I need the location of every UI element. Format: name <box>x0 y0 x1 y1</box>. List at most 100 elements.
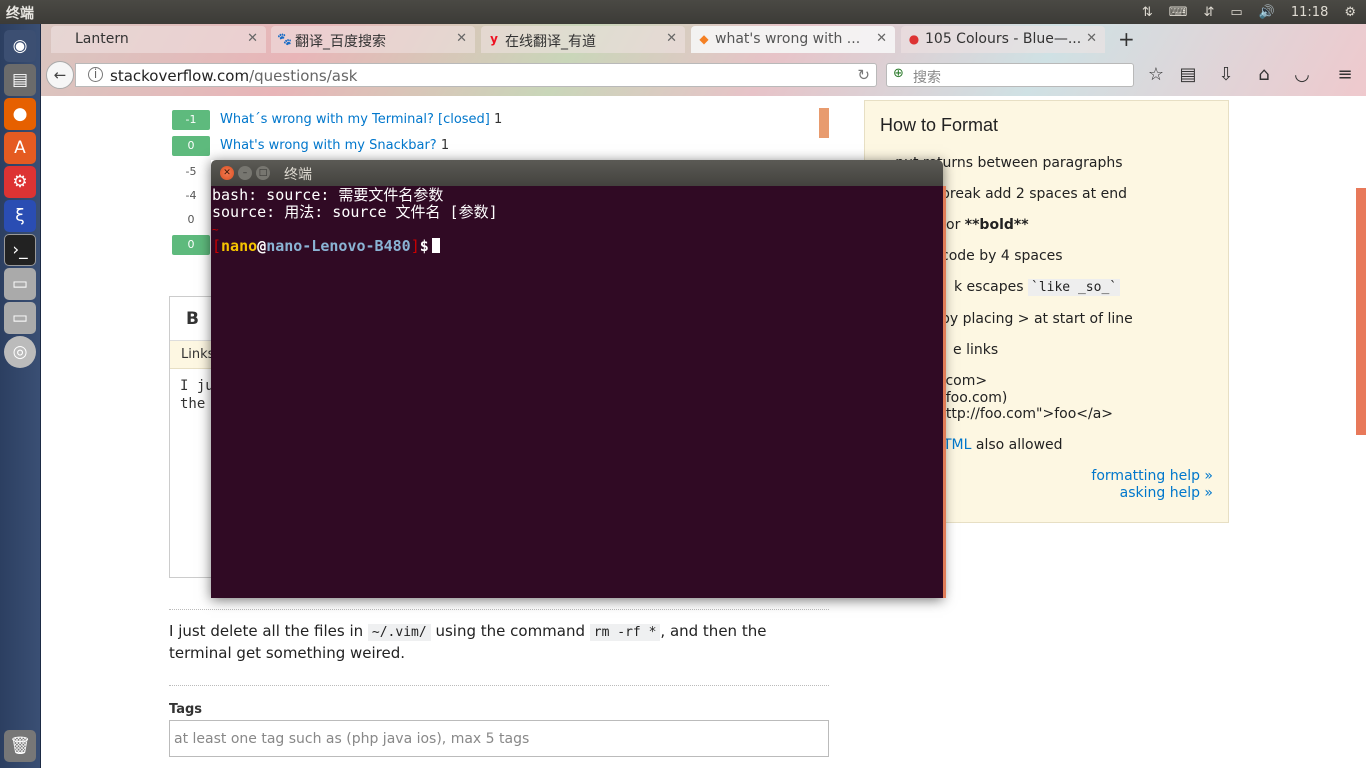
tab-label: Lantern <box>75 31 129 47</box>
close-tab-icon[interactable]: ✕ <box>247 31 258 46</box>
format-tip: break add 2 spaces at end <box>941 186 1127 202</box>
close-window-icon[interactable]: ✕ <box>220 166 234 180</box>
reload-icon[interactable]: ↻ <box>857 66 870 84</box>
similar-list-scrollbar[interactable] <box>819 108 829 138</box>
vote-count: 0 <box>172 136 210 156</box>
tab-label: 翻译_百度搜索 <box>295 34 386 50</box>
downloads-icon[interactable]: ⇩ <box>1215 64 1237 85</box>
transfer-icon[interactable]: ⇵ <box>1203 5 1214 20</box>
vote-count: 0 <box>187 213 195 226</box>
close-tab-icon[interactable]: ✕ <box>456 31 467 46</box>
pocket-icon[interactable]: ◡ <box>1291 64 1313 85</box>
url-host: stackoverflow.com <box>110 67 250 85</box>
reading-list-icon[interactable]: ▤ <box>1177 64 1199 85</box>
bookmark-star-icon[interactable]: ☆ <box>1145 64 1167 85</box>
dash-home-icon[interactable]: ◉ <box>4 30 36 62</box>
divider <box>169 609 829 610</box>
search-engine-icon[interactable]: ⊕ <box>893 66 904 81</box>
baidu-icon: 🐾 <box>277 32 292 46</box>
similar-question-link[interactable]: What's wrong with my Snackbar? 1 <box>220 138 449 153</box>
vote-count: -4 <box>185 189 197 202</box>
terminal-title: 终端 <box>284 167 312 183</box>
bold-button[interactable]: B <box>186 309 199 329</box>
format-tip: TML also allowed <box>943 437 1063 453</box>
back-button[interactable]: ← <box>46 61 74 89</box>
network-indicator-icon[interactable]: ⇅ <box>1142 5 1153 20</box>
terminal-line: source: 用法: source 文件名 [参数] <box>212 203 498 221</box>
terminal-cursor <box>431 238 440 253</box>
format-tip: .com> <box>941 373 988 389</box>
tags-label: Tags <box>169 702 203 717</box>
terminal-line: bash: source: 需要文件名参数 <box>212 186 444 204</box>
how-to-format-title: How to Format <box>880 115 999 135</box>
top-panel: 终端 ⇅ ⌨ ⇵ ▭ 🔊 11:18 ⚙ <box>0 0 1366 24</box>
firefox-icon[interactable]: ● <box>4 98 36 130</box>
terminal-output[interactable]: bash: source: 需要文件名参数 source: 用法: source… <box>211 186 943 598</box>
url-path: /questions/ask <box>249 67 358 85</box>
post-preview: I just delete all the files in ~/.vim/ u… <box>169 622 767 662</box>
tab-lantern[interactable]: Lantern ✕ <box>51 26 266 53</box>
format-tip: or **bold** <box>946 217 1029 233</box>
keyboard-icon[interactable]: ⌨ <box>1169 5 1188 20</box>
browser-chrome: Lantern ✕ 🐾 翻译_百度搜索 ✕ y 在线翻译_有道 ✕ ◆ what… <box>41 24 1366 96</box>
tab-label: 在线翻译_有道 <box>505 34 596 50</box>
tab-label: 105 Colours - Blue—... <box>925 31 1082 47</box>
system-settings-icon[interactable]: ⚙ <box>4 166 36 198</box>
asking-help-link[interactable]: asking help » <box>1120 485 1213 501</box>
format-tip: /foo.com) <box>941 390 1008 406</box>
tab-stackoverflow[interactable]: ◆ what's wrong with ... ✕ <box>691 26 895 53</box>
maximize-window-icon[interactable]: □ <box>256 166 270 180</box>
new-tab-button[interactable]: + <box>1118 27 1135 51</box>
close-tab-icon[interactable]: ✕ <box>1086 31 1097 46</box>
format-tip: by placing > at start of line <box>941 311 1133 327</box>
formatting-help-link[interactable]: formatting help » <box>1091 468 1213 484</box>
format-tip: code by 4 spaces <box>941 248 1063 264</box>
vote-count: 0 <box>172 235 210 255</box>
tab-baidu[interactable]: 🐾 翻译_百度搜索 ✕ <box>271 26 475 53</box>
disk-drive-icon[interactable]: ▭ <box>4 268 36 300</box>
inline-code: ~/.vim/ <box>367 624 431 641</box>
tab-colours[interactable]: ● 105 Colours - Blue—... ✕ <box>901 26 1105 53</box>
terminal-titlebar[interactable]: ✕ – □ 终端 <box>211 160 943 186</box>
menu-hamburger-icon[interactable]: ≡ <box>1334 64 1356 85</box>
youdao-icon: y <box>490 32 498 46</box>
minimize-window-icon[interactable]: – <box>238 166 252 180</box>
vote-count: -5 <box>185 165 197 178</box>
close-tab-icon[interactable]: ✕ <box>666 31 677 46</box>
terminal-window[interactable]: ✕ – □ 终端 bash: source: 需要文件名参数 source: 用… <box>211 160 946 598</box>
terminal-line: ~ <box>212 223 219 236</box>
site-info-icon[interactable]: i <box>88 67 103 82</box>
battery-icon[interactable]: ▭ <box>1230 5 1242 20</box>
emacs-icon[interactable]: ξ <box>4 200 36 232</box>
tab-label: what's wrong with ... <box>715 31 861 47</box>
format-tip: http://foo.com">foo</a> <box>937 406 1114 422</box>
terminal-icon[interactable]: ›_ <box>4 234 36 266</box>
similar-question-link[interactable]: What´s wrong with my Terminal? [closed] … <box>220 112 502 127</box>
navigation-bar: ← i stackoverflow.com/questions/ask ↻ ⊕ … <box>41 54 1366 94</box>
volume-icon[interactable]: 🔊 <box>1259 5 1275 20</box>
disk-drive-icon[interactable]: ▭ <box>4 302 36 334</box>
inline-code: rm -rf * <box>589 624 661 641</box>
terminal-prompt: [nano@nano-Lenovo-B480]$ <box>212 238 943 255</box>
tab-youdao[interactable]: y 在线翻译_有道 ✕ <box>481 26 685 53</box>
window-edge <box>943 186 946 598</box>
format-tip: k escapes `like _so_` <box>954 279 1121 296</box>
format-tip: e links <box>953 342 999 358</box>
files-icon[interactable]: ▤ <box>4 64 36 96</box>
page-scrollbar[interactable] <box>1356 188 1366 435</box>
chrome-icon: ● <box>908 32 920 46</box>
tags-input[interactable]: at least one tag such as (php java ios),… <box>169 720 829 757</box>
url-bar[interactable]: i stackoverflow.com/questions/ask ↻ <box>75 63 877 87</box>
close-tab-icon[interactable]: ✕ <box>876 31 887 46</box>
optical-disc-icon[interactable]: ◎ <box>4 336 36 368</box>
trash-icon[interactable]: 🗑 <box>4 730 36 762</box>
stackoverflow-icon: ◆ <box>699 32 709 46</box>
software-center-icon[interactable]: A <box>4 132 36 164</box>
active-app-title: 终端 <box>6 6 34 22</box>
search-input[interactable]: ⊕ 搜索 <box>886 63 1134 87</box>
home-icon[interactable]: ⌂ <box>1253 64 1275 85</box>
settings-gear-icon[interactable]: ⚙ <box>1344 5 1356 20</box>
vote-count: -1 <box>172 110 210 130</box>
search-placeholder: 搜索 <box>913 70 941 86</box>
clock[interactable]: 11:18 <box>1291 5 1328 20</box>
